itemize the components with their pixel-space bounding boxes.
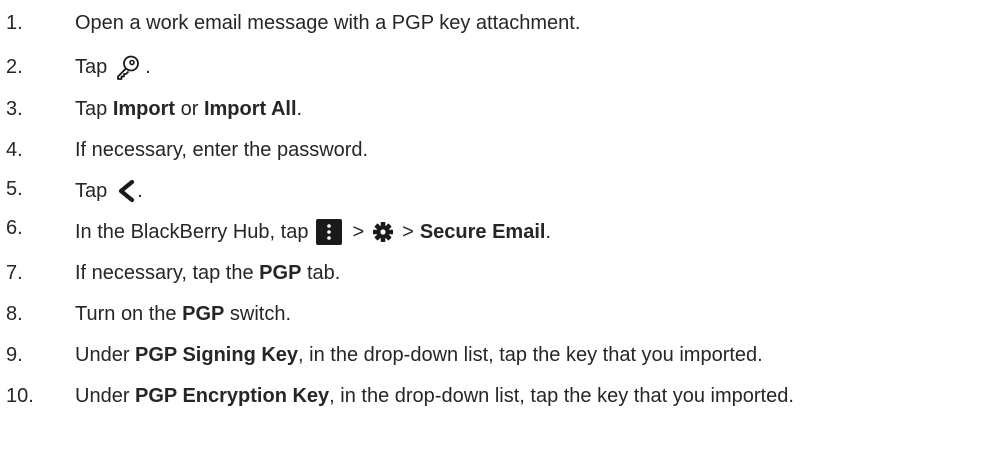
step-text: Tap Import or Import All . bbox=[75, 97, 302, 121]
more-menu-icon bbox=[316, 219, 343, 245]
step-text-part: tab. bbox=[301, 262, 341, 284]
step-text-part: , in the drop-down list, tap the key tha… bbox=[329, 385, 794, 407]
step-text-bold: PGP Signing Key bbox=[135, 344, 299, 366]
list-item: 6. In the BlackBerry Hub, tap > > Secure… bbox=[0, 212, 1001, 252]
list-item: 8. Turn on the PGP switch. bbox=[0, 294, 1001, 334]
step-text-part: switch. bbox=[224, 303, 292, 325]
key-icon bbox=[117, 55, 140, 80]
step-number: 4. bbox=[6, 139, 23, 161]
step-text-part: Under bbox=[75, 385, 136, 407]
step-text-part: Turn on the bbox=[75, 303, 183, 325]
step-text: Under PGP Encryption Key , in the drop-d… bbox=[75, 384, 794, 408]
step-text: Tap . bbox=[75, 54, 151, 80]
step-text-part: In the BlackBerry Hub, tap bbox=[75, 221, 309, 243]
step-text-part: . bbox=[296, 98, 303, 120]
step-text-part: . bbox=[137, 180, 143, 202]
step-text-bold: PGP bbox=[259, 262, 302, 284]
list-item: 2. Tap . bbox=[0, 47, 1001, 87]
step-text: Tap . bbox=[75, 179, 143, 203]
step-number: 3. bbox=[6, 98, 23, 120]
menu-separator: > bbox=[352, 221, 365, 243]
step-text-part: or bbox=[175, 98, 204, 120]
step-text-bold: PGP Encryption Key bbox=[135, 385, 330, 407]
step-text: Open a work email message with a PGP key… bbox=[75, 12, 581, 34]
list-item: 9. Under PGP Signing Key , in the drop-d… bbox=[0, 335, 1001, 375]
list-item: 1. Open a work email message with a PGP … bbox=[0, 3, 1001, 43]
step-text-part: Tap bbox=[75, 98, 113, 120]
menu-separator: > bbox=[402, 221, 414, 243]
step-text-bold: Import All bbox=[203, 98, 297, 120]
step-text: If necessary, enter the password. bbox=[75, 139, 369, 161]
step-text-bold: Secure Email bbox=[419, 221, 546, 243]
list-item: 5. Tap . bbox=[0, 171, 1001, 211]
step-number: 10. bbox=[6, 385, 34, 407]
step-number: 9. bbox=[6, 344, 23, 366]
step-text-part: , in the drop-down list, tap the key tha… bbox=[298, 344, 763, 366]
step-text: If necessary, tap the PGP tab. bbox=[75, 261, 340, 285]
step-text-part: If necessary, tap the bbox=[75, 262, 260, 284]
list-item: 10. Under PGP Encryption Key , in the dr… bbox=[0, 376, 1001, 416]
step-text-part: Tap bbox=[75, 56, 108, 78]
step-text: Turn on the PGP switch. bbox=[75, 302, 291, 326]
step-text: Under PGP Signing Key , in the drop-down… bbox=[75, 343, 763, 367]
step-text-part: Tap bbox=[75, 180, 108, 202]
step-text-bold: Import bbox=[112, 98, 176, 120]
step-number: 5. bbox=[6, 178, 23, 200]
step-text-part: Under bbox=[75, 344, 136, 366]
step-text-part: . bbox=[545, 221, 552, 243]
list-item: 7. If necessary, tap the PGP tab. bbox=[0, 253, 1001, 293]
gear-icon bbox=[373, 222, 394, 242]
step-number: 2. bbox=[6, 56, 23, 78]
step-number: 8. bbox=[6, 303, 23, 325]
list-item: 3. Tap Import or Import All . bbox=[0, 89, 1001, 129]
back-chevron-icon bbox=[119, 179, 135, 203]
step-text: In the BlackBerry Hub, tap > > Secure Em… bbox=[75, 219, 551, 245]
step-number: 6. bbox=[6, 217, 23, 239]
step-text-part: . bbox=[145, 56, 151, 78]
list-item: 4. If necessary, enter the password. bbox=[0, 130, 1001, 170]
step-text-bold: PGP bbox=[182, 303, 225, 325]
step-number: 7. bbox=[6, 262, 23, 284]
step-number: 1. bbox=[6, 12, 23, 34]
